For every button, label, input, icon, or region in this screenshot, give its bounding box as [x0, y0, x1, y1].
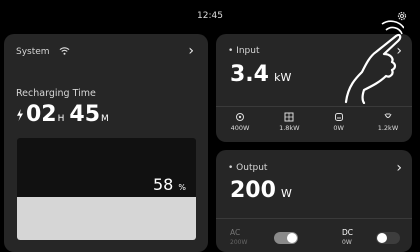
input-source-solar-value: 400W — [230, 124, 250, 132]
input-source-plug: 1.2kW — [368, 112, 408, 132]
panel-icon — [284, 112, 294, 122]
input-divider — [216, 106, 412, 107]
wifi-icon — [59, 47, 70, 55]
minutes-unit: M — [101, 114, 109, 124]
battery-level-fill — [17, 197, 196, 240]
input-card[interactable]: • Input › 3.4 kW 400W 1.8kW 0W 1.2kW — [216, 20, 412, 142]
output-value-number: 200 — [230, 178, 276, 203]
battery-percent: 58 % — [153, 175, 186, 194]
dc-value: 0W — [342, 239, 352, 246]
recharging-time-label: Recharging Time — [16, 88, 96, 99]
input-source-car: 0W — [319, 112, 359, 132]
input-value-number: 3.4 — [230, 62, 269, 87]
output-chevron-right-icon[interactable]: › — [396, 161, 402, 175]
input-value: 3.4 kW — [230, 62, 291, 87]
dc-toggle[interactable] — [376, 232, 400, 244]
output-divider — [216, 218, 412, 219]
solar-icon — [236, 113, 244, 121]
input-source-panel-value: 1.8kW — [279, 124, 300, 132]
output-value-unit: W — [281, 187, 292, 200]
input-sources: 400W 1.8kW 0W 1.2kW — [220, 112, 408, 132]
plug-icon — [384, 113, 392, 118]
input-value-unit: kW — [274, 71, 292, 84]
input-label-text: Input — [236, 46, 260, 56]
output-card[interactable]: • Output › 200 W AC 200W DC 0W — [216, 150, 412, 252]
recharging-time-value: 02H 45M — [16, 102, 109, 130]
system-chevron-right-icon[interactable]: › — [188, 44, 194, 58]
input-source-plug-value: 1.2kW — [377, 124, 399, 132]
pointing-hand-icon — [344, 20, 404, 104]
input-source-solar: 400W — [220, 112, 260, 132]
battery-percent-unit: % — [178, 183, 186, 192]
hours-unit: H — [57, 114, 65, 124]
input-source-panel: 1.8kW — [269, 112, 309, 132]
system-label: System — [16, 47, 50, 57]
minutes-value: 45 — [69, 102, 101, 127]
output-label: • Output — [228, 163, 268, 173]
bolt-icon — [17, 109, 23, 121]
system-card[interactable]: System › Recharging Time 02H 45M 58 % — [4, 34, 208, 252]
output-value: 200 W — [230, 178, 292, 203]
hours-value: 02 — [26, 102, 57, 127]
battery-level-bar: 58 % — [17, 138, 196, 240]
ac-toggle[interactable] — [274, 232, 298, 244]
input-source-car-value: 0W — [333, 124, 344, 132]
ac-label: AC — [230, 228, 241, 237]
input-label: • Input — [228, 46, 260, 56]
ac-value: 200W — [230, 239, 248, 246]
dc-label: DC — [342, 228, 354, 237]
output-label-text: Output — [236, 163, 268, 173]
car-icon — [334, 113, 343, 121]
battery-percent-value: 58 — [152, 175, 174, 194]
